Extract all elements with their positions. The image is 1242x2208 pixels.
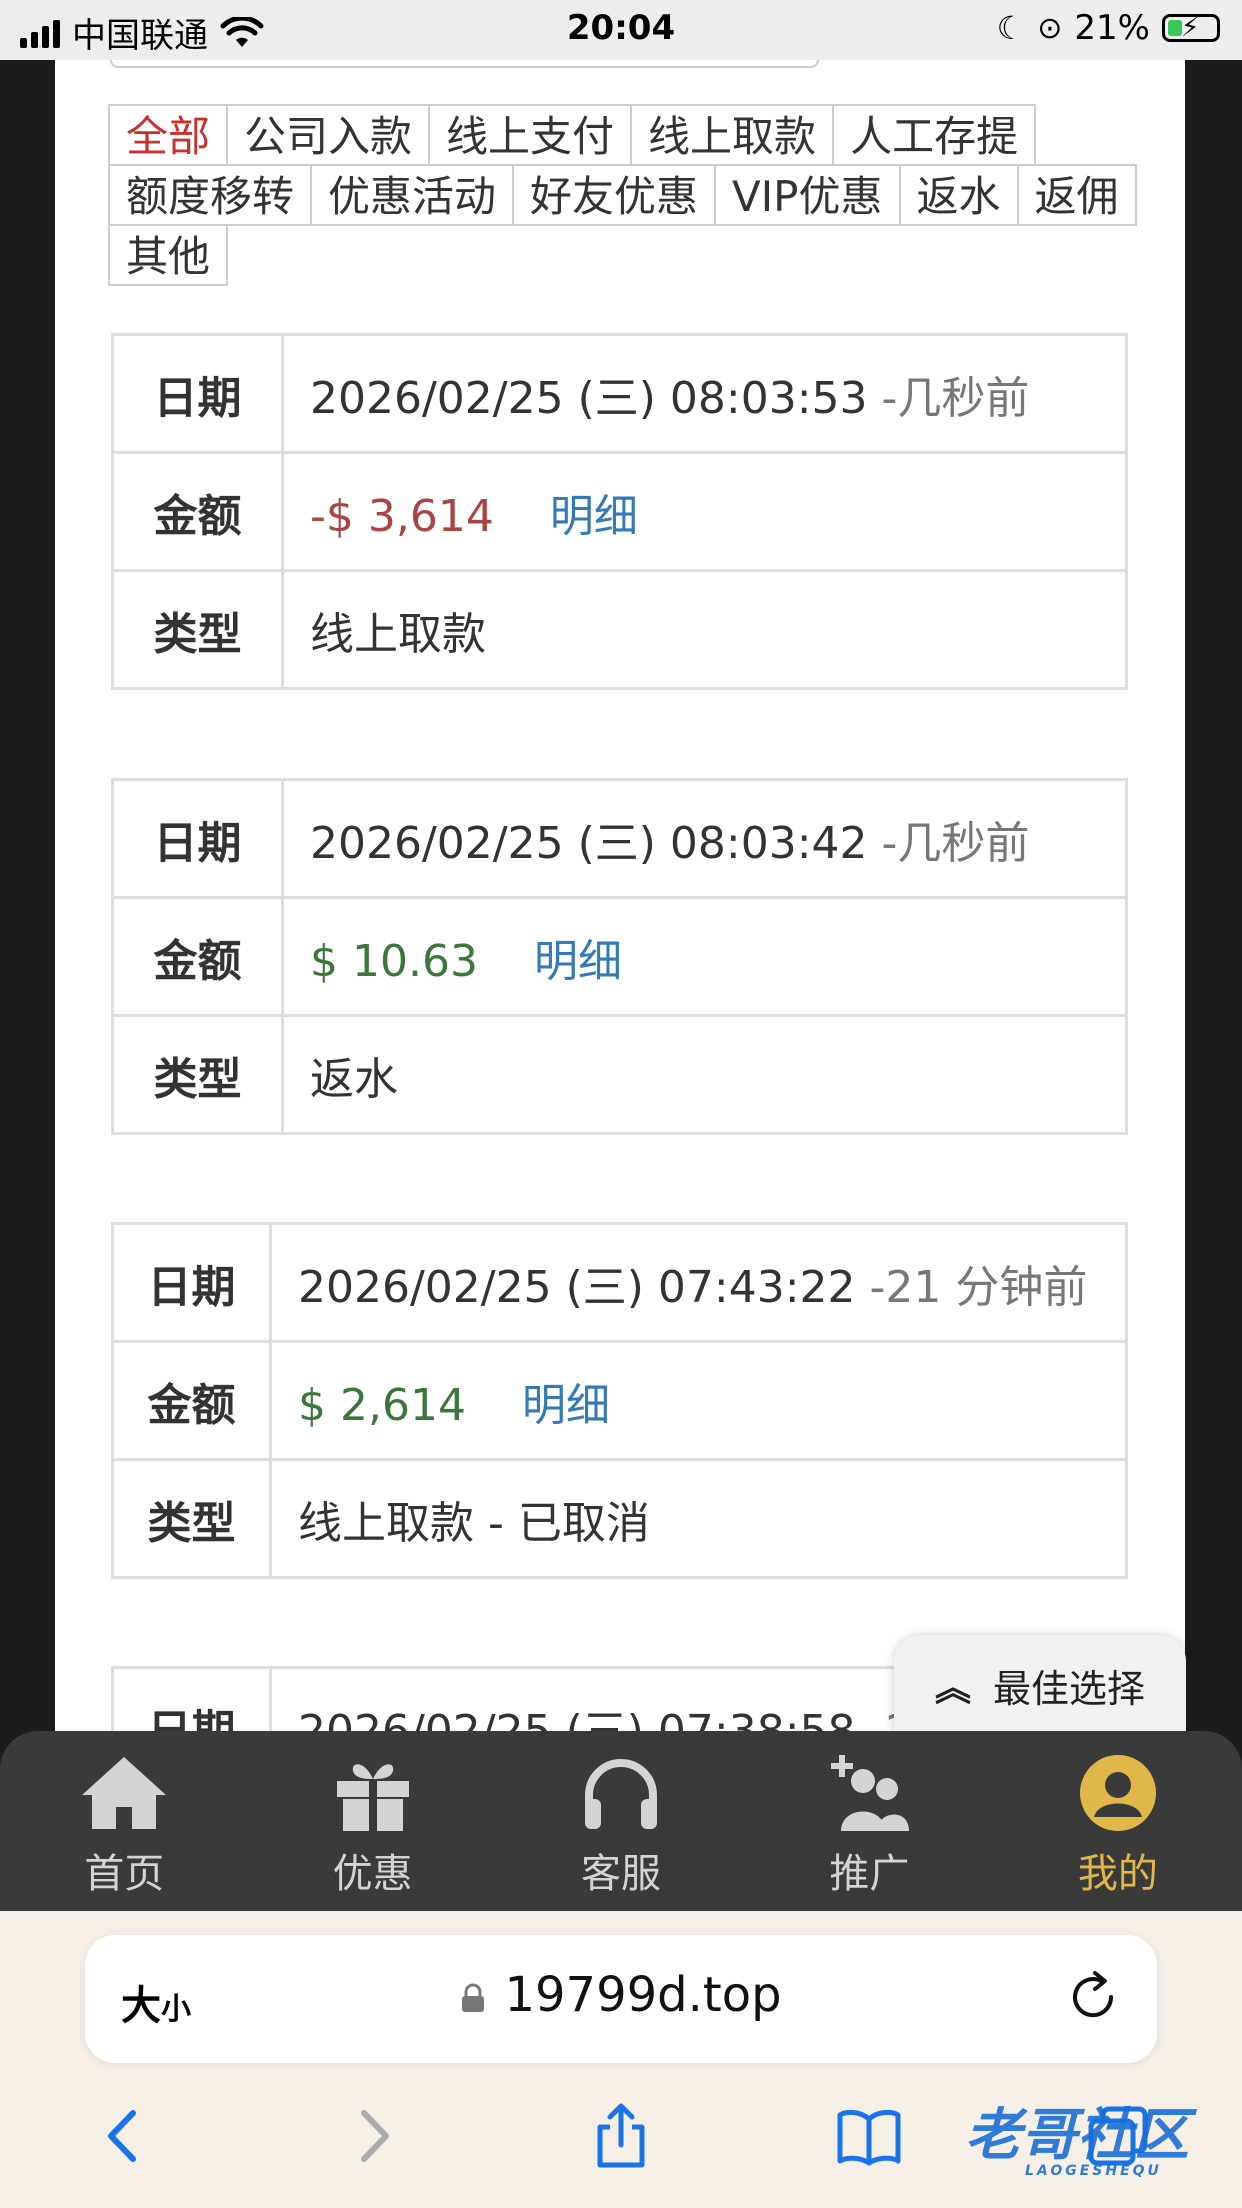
bottom-navigation: 首页 优惠 客服 推广 我的 [0, 1731, 1242, 1911]
page-content: 全部 公司入款 线上支付 线上取款 人工存提 额度移转 优惠活动 好友优惠 VI… [55, 60, 1185, 1735]
date-value: 2026/02/25 (三) 07:43:22 -21 分钟前 [269, 1222, 1128, 1343]
nav-home[interactable]: 首页 [0, 1731, 248, 1911]
filter-company-deposit[interactable]: 公司入款 [226, 104, 431, 166]
status-bar: 中国联通 20:04 ☾ ⊙ 21% ⚡ [0, 0, 1242, 60]
battery-icon: ⚡ [1162, 13, 1220, 43]
filter-credit-transfer[interactable]: 额度移转 [108, 164, 313, 226]
transaction-record: 日期 2026/02/25 (三) 08:03:42 -几秒前 金额 $ 10.… [111, 778, 1128, 1135]
filter-friend-bonus[interactable]: 好友优惠 [512, 164, 717, 226]
detail-link[interactable]: 明细 [534, 936, 622, 987]
address-bar[interactable]: 大小 19799d.top [85, 1935, 1157, 2063]
filter-vip-bonus[interactable]: VIP优惠 [714, 164, 901, 226]
filter-manual-deposit-withdrawal[interactable]: 人工存提 [832, 104, 1037, 166]
reload-icon[interactable] [1065, 1969, 1121, 2025]
headset-icon [585, 1759, 658, 1829]
rotation-lock-icon: ⊙ [1037, 10, 1063, 46]
filter-all[interactable]: 全部 [108, 104, 229, 166]
type-value: 线上取款 [281, 569, 1128, 690]
amount-label: 金额 [111, 451, 284, 572]
date-label: 日期 [111, 333, 284, 454]
amount-value: $ 10.63 明细 [281, 896, 1128, 1017]
nav-promotions[interactable]: 优惠 [248, 1731, 496, 1911]
transaction-record: 日期 2026/02/25 (三) 07:43:22 -21 分钟前 金额 $ … [111, 1222, 1128, 1579]
filter-online-withdrawal[interactable]: 线上取款 [630, 104, 835, 166]
amount-value: -$ 3,614 明细 [281, 451, 1128, 572]
date-label: 日期 [111, 1222, 272, 1343]
share-icon[interactable] [586, 2101, 656, 2171]
amount-value: $ 2,614 明细 [269, 1340, 1128, 1461]
filter-rebate[interactable]: 返水 [898, 164, 1019, 226]
bookmarks-icon[interactable] [834, 2101, 904, 2171]
type-label: 类型 [111, 569, 284, 690]
detail-link[interactable]: 明细 [550, 491, 638, 542]
previous-tab-row [110, 60, 819, 68]
watermark-logo: 老哥社区 LAOGESHEQU [965, 2103, 1189, 2179]
type-label: 类型 [111, 1014, 284, 1135]
battery-percent: 21% [1074, 8, 1150, 48]
chevron-up-icon: ︽ [934, 1668, 971, 1709]
gift-icon [336, 1764, 409, 1831]
add-user-icon [831, 1755, 910, 1831]
moon-icon: ☾ [996, 9, 1026, 47]
date-value: 2026/02/25 (三) 08:03:42 -几秒前 [281, 778, 1128, 899]
filter-promotions[interactable]: 优惠活动 [310, 164, 515, 226]
best-choice-label: 最佳选择 [993, 1666, 1146, 1711]
amount-label: 金额 [111, 896, 284, 1017]
url-display[interactable]: 19799d.top [85, 1967, 1157, 2023]
amount-label: 金额 [111, 1340, 272, 1461]
user-icon [1079, 1755, 1156, 1831]
filter-online-payment[interactable]: 线上支付 [428, 104, 633, 166]
forward-icon[interactable] [338, 2101, 408, 2171]
home-icon [82, 1757, 167, 1829]
detail-link[interactable]: 明细 [522, 1380, 610, 1431]
transaction-record: 日期 2026/02/25 (三) 08:03:53 -几秒前 金额 -$ 3,… [111, 333, 1128, 690]
lock-icon [462, 1983, 485, 2012]
nav-my-account[interactable]: 我的 [994, 1731, 1242, 1911]
type-value: 线上取款 - 已取消 [269, 1458, 1128, 1579]
filter-other[interactable]: 其他 [108, 224, 229, 286]
date-label: 日期 [111, 778, 284, 899]
filter-commission[interactable]: 返佣 [1016, 164, 1137, 226]
best-choice-button[interactable]: ︽ 最佳选择 [894, 1635, 1186, 1735]
type-filter-tabs: 全部 公司入款 线上支付 线上取款 人工存提 额度移转 优惠活动 好友优惠 VI… [108, 104, 1158, 286]
type-label: 类型 [111, 1458, 272, 1579]
nav-referral[interactable]: 推广 [745, 1731, 993, 1911]
back-icon[interactable] [89, 2101, 159, 2171]
nav-customer-service[interactable]: 客服 [497, 1731, 745, 1911]
date-value: 2026/02/25 (三) 08:03:53 -几秒前 [281, 333, 1128, 454]
type-value: 返水 [281, 1014, 1128, 1135]
date-label: 日期 [111, 1666, 272, 1735]
